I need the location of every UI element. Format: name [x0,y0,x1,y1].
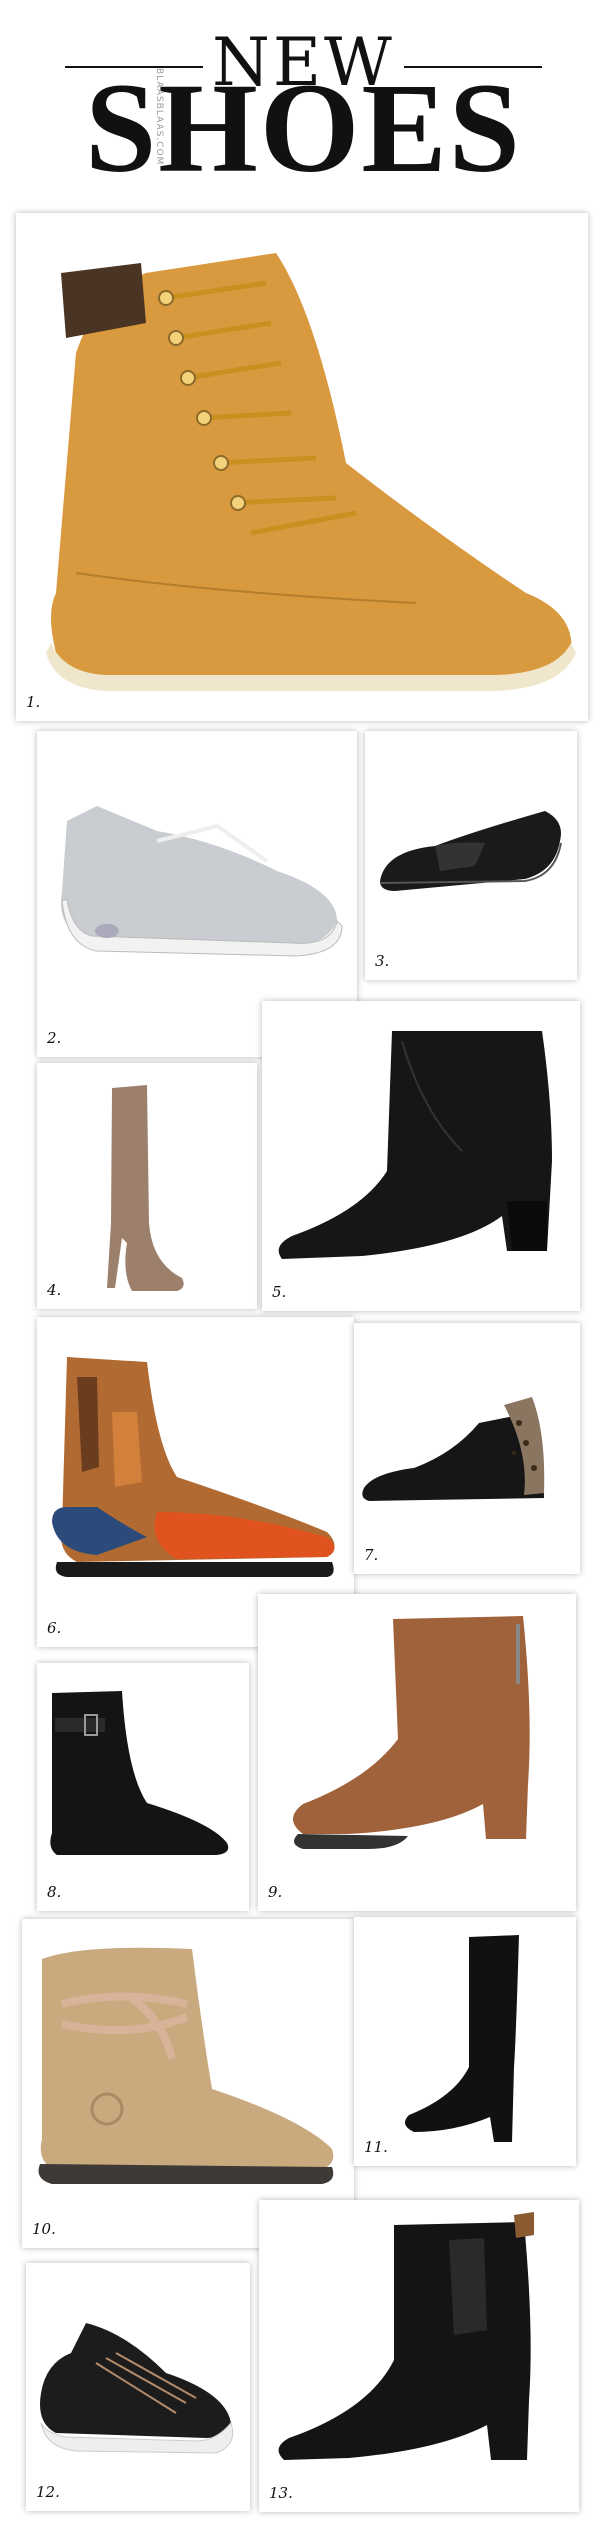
product-card-12[interactable]: 12. [26,2263,250,2511]
item-number-4: 4. [47,1281,62,1299]
item-number-3: 3. [375,952,390,970]
product-card-8[interactable]: 8. [37,1663,249,1911]
leopard-chelsea-boot-icon [362,1397,545,1501]
item-number-9: 9. [268,1883,283,1901]
black-loafer-icon [379,811,562,891]
item-number-10: 10. [32,2220,56,2238]
black-knee-boot-icon [405,1935,519,2142]
item-number-11: 11. [364,2138,388,2156]
item-number-12: 12. [36,2483,60,2501]
item-number-5: 5. [272,1283,287,1301]
taupe-over-knee-boot-icon [107,1085,184,1291]
product-card-10[interactable]: 10. [22,1919,354,2248]
product-card-4[interactable]: 4. [37,1063,257,1309]
item-number-8: 8. [47,1883,62,1901]
product-card-1[interactable]: 1. [16,213,588,721]
black-chelsea-boot-icon [278,2212,534,2460]
black-heeled-ankle-boot-icon [278,1031,552,1259]
watermark: BLAASBLAAS.COM [154,68,164,166]
product-card-11[interactable]: 11. [354,1917,576,2166]
item-number-6: 6. [47,1619,62,1637]
item-number-1: 1. [26,693,41,711]
title-shoes: SHOES [85,57,522,199]
product-card-7[interactable]: 7. [354,1323,580,1574]
suede-block-heel-boot-icon [293,1616,530,1849]
product-card-13[interactable]: 13. [259,2200,579,2512]
suede-winter-boot-icon [38,1947,334,2184]
product-card-5[interactable]: 5. [262,1001,580,1311]
item-number-13: 13. [269,2484,293,2502]
tan-lace-up-ankle-boot-icon [46,253,576,691]
item-number-2: 2. [47,1029,62,1047]
product-card-9[interactable]: 9. [258,1594,576,1911]
item-number-7: 7. [364,1546,379,1564]
black-knit-sneaker-icon [40,2323,234,2454]
product-card-3[interactable]: 3. [365,731,577,980]
black-buckle-boot-icon [50,1691,229,1855]
header: NEW SHOES BLAASBLAAS.COM [0,0,607,210]
